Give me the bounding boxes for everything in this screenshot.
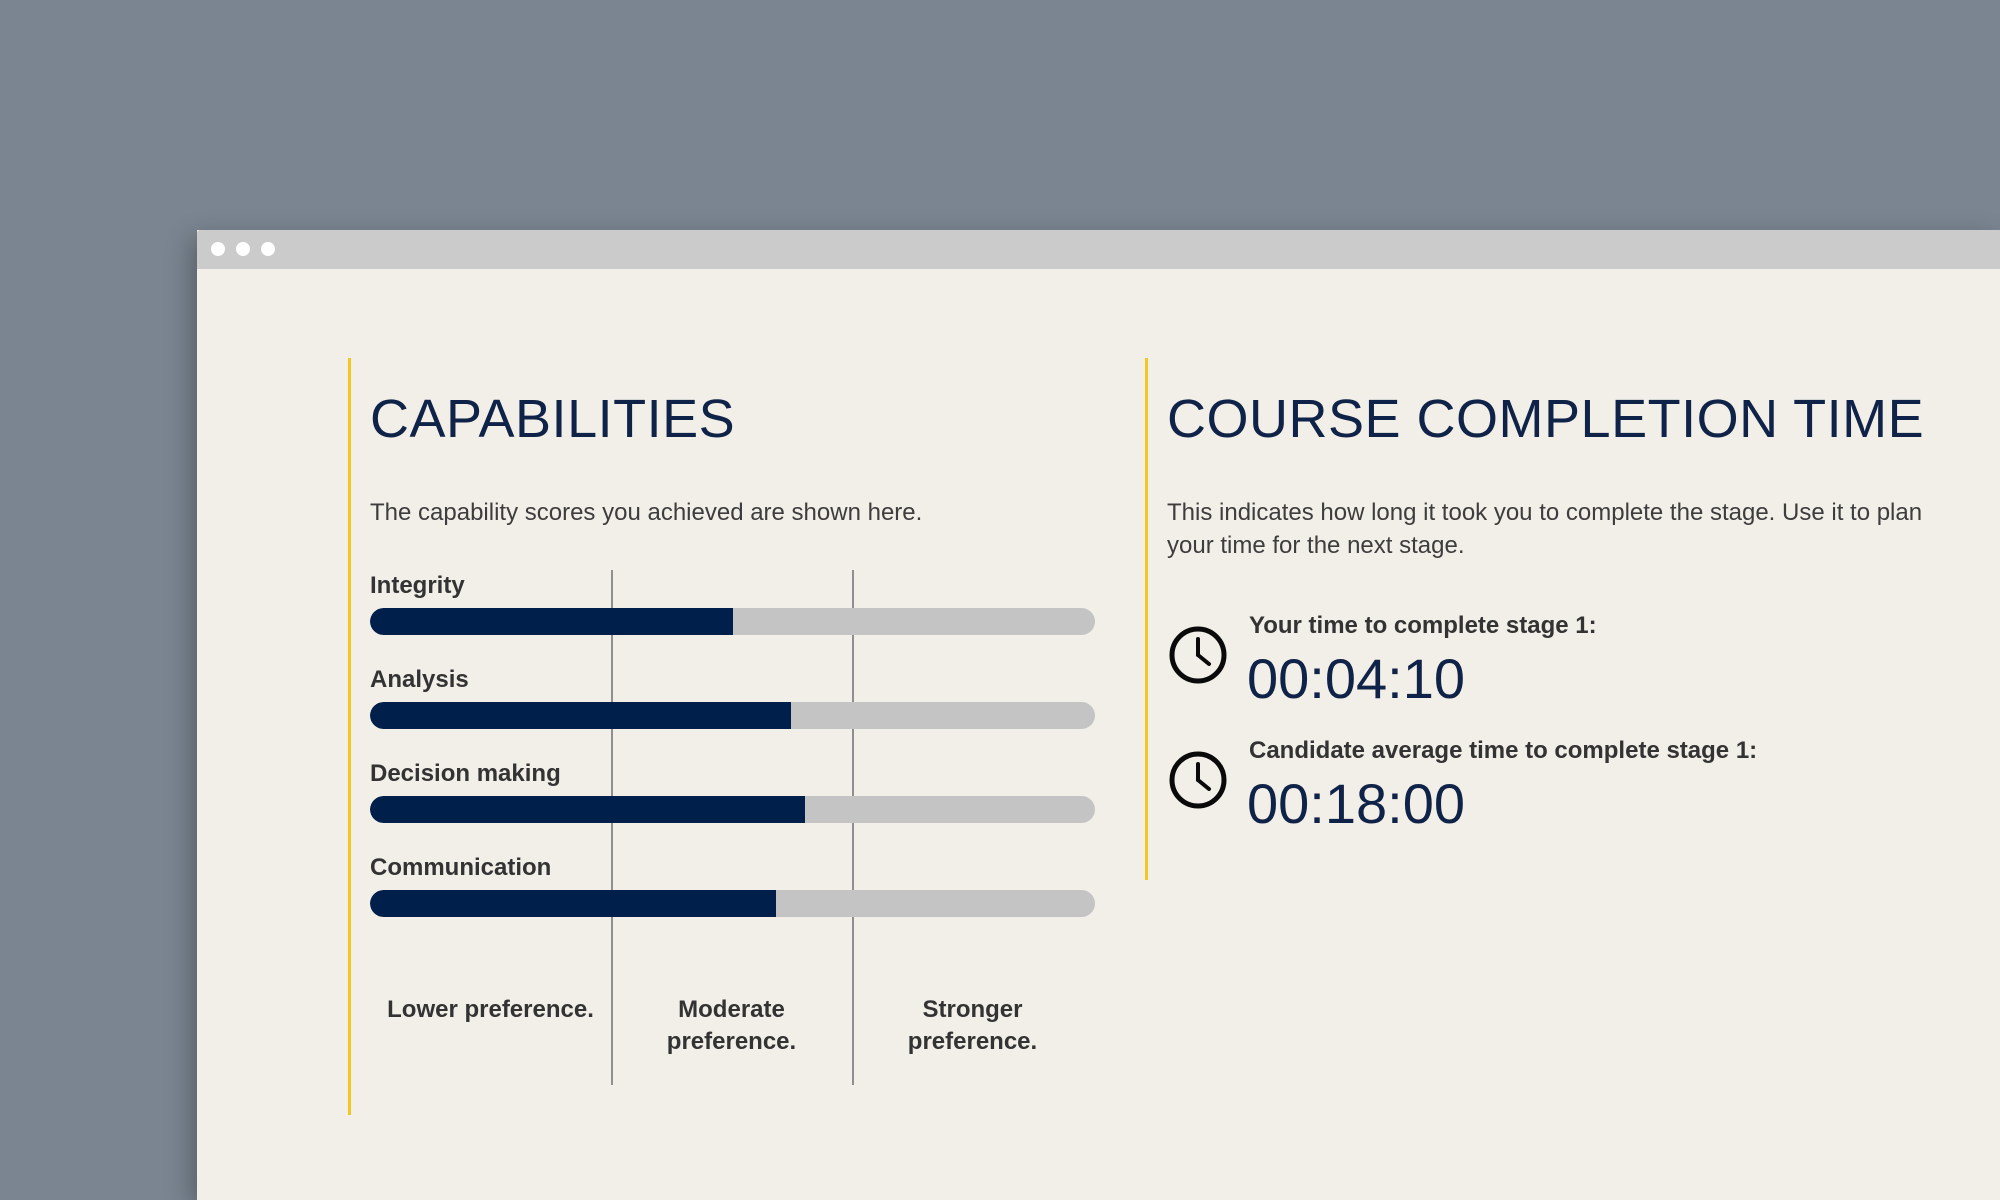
capability-bar-fill — [370, 702, 791, 729]
window-titlebar — [197, 230, 2000, 269]
preference-label-lower: Lower preference. — [387, 996, 594, 1023]
clock-icon — [1169, 626, 1227, 684]
clock-icon — [1169, 751, 1227, 809]
window-close-control[interactable] — [211, 242, 225, 256]
completion-description: This indicates how long it took you to c… — [1167, 499, 1923, 559]
capability-bar-track — [370, 608, 1095, 635]
capabilities-panel: CAPABILITIES The capability scores you a… — [348, 358, 1095, 1115]
your-time-label: Your time to complete stage 1: — [1249, 612, 1597, 639]
completion-time-panel: COURSE COMPLETION TIME This indicates ho… — [1145, 358, 1968, 880]
capability-label: Analysis — [370, 666, 469, 693]
capability-bar-fill — [370, 890, 776, 917]
capability-bar-track — [370, 890, 1095, 917]
average-time-label: Candidate average time to complete stage… — [1249, 737, 1758, 764]
capability-bar-track — [370, 796, 1095, 823]
completion-title: COURSE COMPLETION TIME — [1167, 389, 1925, 449]
capability-bar-track — [370, 702, 1095, 729]
capability-label: Communication — [370, 854, 552, 881]
capability-bar-fill — [370, 796, 805, 823]
capabilities-description: The capability scores you achieved are s… — [370, 499, 923, 526]
average-time-value: 00:18:00 — [1247, 772, 1465, 835]
capability-label: Integrity — [370, 572, 465, 599]
preference-label-moderate: Moderate preference. — [666, 996, 797, 1055]
capabilities-title: CAPABILITIES — [370, 389, 736, 449]
window-minimize-control[interactable] — [236, 242, 250, 256]
your-time-value: 00:04:10 — [1247, 647, 1465, 710]
capability-label: Decision making — [370, 760, 561, 787]
preference-label-stronger: Stronger preference. — [907, 996, 1038, 1055]
window-maximize-control[interactable] — [261, 242, 275, 256]
capabilities-chart: Integrity Analysis Decision making Commu… — [370, 570, 1095, 1085]
capability-bar-fill — [370, 608, 733, 635]
browser-window: CAPABILITIES The capability scores you a… — [197, 230, 2000, 1200]
